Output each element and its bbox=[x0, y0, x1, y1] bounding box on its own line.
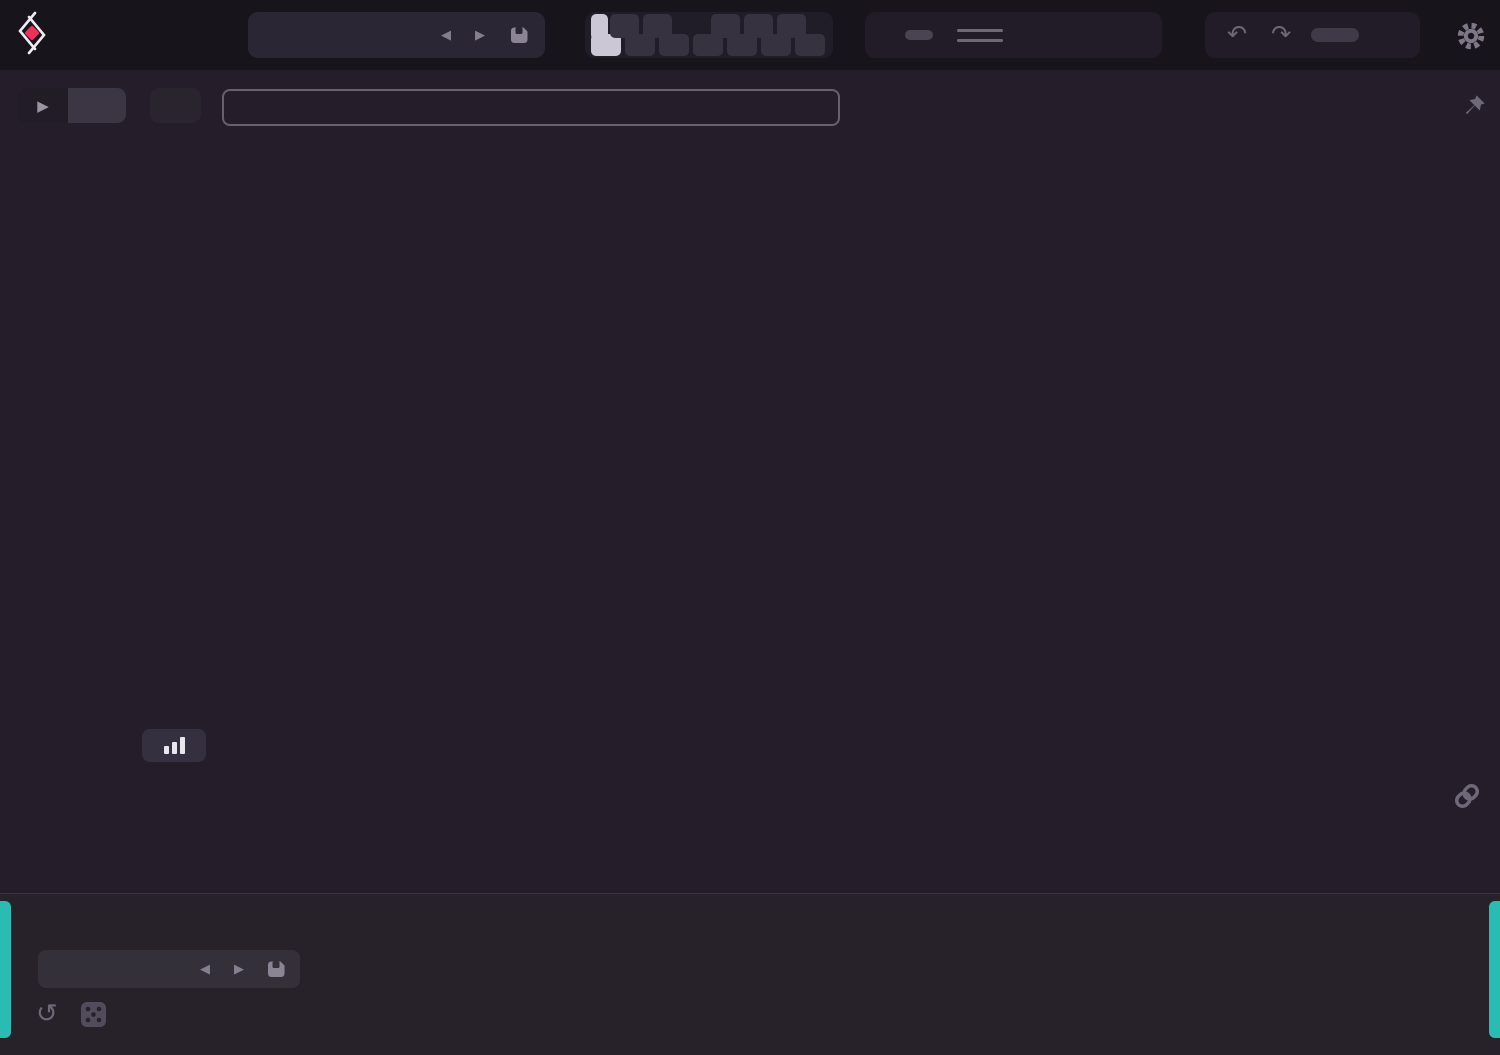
bar-chart-icon bbox=[171, 742, 177, 754]
pattern-keys bbox=[610, 14, 825, 56]
edit-controls: ↶ ↷ bbox=[1205, 12, 1420, 58]
save-effect-preset-icon[interactable] bbox=[264, 957, 288, 981]
drywet-toggle[interactable] bbox=[905, 30, 933, 40]
preset-prev-button[interactable]: ◀ bbox=[429, 27, 463, 43]
link-icon[interactable] bbox=[1452, 781, 1482, 811]
pattern-selector[interactable] bbox=[585, 12, 833, 58]
swing-button[interactable] bbox=[1311, 28, 1360, 42]
effectrix-window: ◀ ▶ ↶ ↷ ▶ ◀ ▶ ↺ bbox=[0, 0, 1500, 1055]
app-logo bbox=[12, 10, 60, 56]
preset-next-button[interactable]: ▶ bbox=[463, 27, 497, 43]
play-button[interactable]: ▶ bbox=[18, 88, 68, 123]
automation-mode-button[interactable] bbox=[142, 729, 206, 762]
top-bar: ◀ ▶ ↶ ↷ bbox=[0, 0, 1500, 70]
effect-edit-panel: ◀ ▶ ↺ bbox=[0, 893, 1500, 1055]
bar-chart-icon bbox=[179, 737, 185, 754]
panel-accent-bar-left bbox=[0, 901, 11, 1038]
panel-accent-bar-right bbox=[1489, 901, 1500, 1038]
reset-params-button[interactable]: ↺ bbox=[36, 998, 58, 1028]
bar-chart-icon bbox=[163, 746, 169, 754]
randomize-dice-button[interactable] bbox=[80, 1001, 107, 1028]
effect-preset-selector[interactable]: ◀ ▶ bbox=[38, 950, 300, 988]
global-preset-selector[interactable]: ◀ ▶ bbox=[248, 12, 545, 58]
loop-range-outline[interactable] bbox=[222, 89, 840, 126]
pin-icon[interactable] bbox=[1459, 93, 1487, 121]
host-sync-button[interactable] bbox=[68, 88, 126, 123]
effect-preset-next-button[interactable]: ▶ bbox=[222, 961, 256, 977]
save-preset-icon[interactable] bbox=[507, 23, 531, 47]
step-rate-button[interactable] bbox=[150, 88, 201, 123]
undo-button[interactable]: ↶ bbox=[1215, 15, 1259, 55]
logo-diamond-icon bbox=[18, 11, 46, 55]
mix-controls bbox=[865, 12, 1162, 58]
settings-gear-icon[interactable] bbox=[1456, 21, 1486, 51]
transport-controls: ▶ bbox=[18, 88, 126, 123]
redo-button[interactable]: ↷ bbox=[1259, 15, 1303, 55]
effect-preset-prev-button[interactable]: ◀ bbox=[188, 961, 222, 977]
mix-drag-handle[interactable] bbox=[957, 28, 1003, 42]
